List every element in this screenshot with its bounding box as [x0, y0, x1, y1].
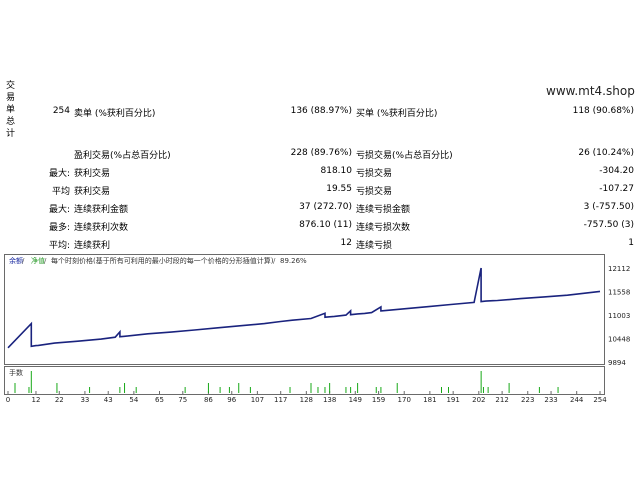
y-tick-label: 9894: [608, 359, 626, 367]
row-label-most: 最多:: [48, 223, 70, 233]
largest-loss-label: 亏损交易: [356, 169, 393, 179]
profit-trades-label: 盈利交易(%占总百分比): [74, 151, 171, 161]
x-tick-label: 75: [178, 396, 187, 404]
x-tick-label: 33: [80, 396, 89, 404]
profit-trades-value: 228 (89.76%): [290, 148, 352, 158]
x-tick-label: 233: [544, 396, 557, 404]
row-label-max2: 最大:: [48, 205, 70, 215]
y-tick-label: 11003: [608, 312, 630, 320]
x-tick-label: 86: [204, 396, 213, 404]
x-tick-label: 107: [251, 396, 264, 404]
avg-loss-value: -107.27: [599, 184, 634, 194]
legend-quality: 89.26%: [280, 257, 307, 265]
x-tick-label: 223: [521, 396, 534, 404]
side-title-char: 易: [6, 93, 16, 103]
max-consec-wins-label: 连续获利金额: [74, 205, 129, 215]
x-tick-label: 149: [349, 396, 362, 404]
avg-consec-losses-value: 1: [628, 238, 634, 248]
chart-plot-frame: [4, 254, 605, 365]
x-tick-label: 254: [593, 396, 607, 404]
max-consec-profit-label: 连续获利次数: [74, 223, 129, 233]
x-tick-label: 96: [227, 396, 236, 404]
largest-loss-value: -304.20: [599, 166, 634, 176]
x-tick-label: 117: [274, 396, 287, 404]
total-trades: 254: [52, 106, 70, 116]
x-tick-label: 159: [372, 396, 385, 404]
loss-trades-label: 亏损交易(%占总百分比): [356, 151, 453, 161]
side-title-char: 交: [6, 81, 16, 91]
avg-loss-label: 亏损交易: [356, 187, 393, 197]
max-consec-loss-value: -757.50 (3): [583, 220, 634, 230]
buy-label: 买单 (%获利百分比): [356, 109, 438, 119]
sell-label: 卖单 (%获利百分比): [74, 109, 156, 119]
avg-profit-value: 19.55: [326, 184, 352, 194]
buy-value: 118 (90.68%): [572, 106, 634, 116]
y-tick-label: 11558: [608, 288, 630, 296]
x-tick-label: 244: [570, 396, 584, 404]
x-tick-label: 202: [472, 396, 485, 404]
side-title-char: 计: [6, 129, 16, 139]
x-tick-label: 0: [6, 396, 10, 404]
legend-text: 每个时刻价格(基于所有可利用的最小时段的每一个价格的分形插值计算): [51, 256, 274, 265]
row-label-max: 最大:: [48, 169, 70, 179]
max-consec-loss-label: 连续亏损次数: [356, 223, 411, 233]
x-tick-label: 191: [446, 396, 459, 404]
x-tick-label: 43: [104, 396, 113, 404]
largest-profit-label: 获利交易: [74, 169, 111, 179]
x-tick-label: 54: [129, 396, 138, 404]
side-title: 交 易 单 总 计: [6, 80, 16, 140]
balance-chart: 余额 / 净值 / 每个时刻价格(基于所有可利用的最小时段的每一个价格的分形插值…: [4, 254, 630, 404]
max-consec-wins-value: 37 (272.70): [299, 202, 352, 212]
legend-balance: 余额: [9, 256, 23, 265]
volume-panel-frame: [4, 366, 605, 395]
max-consec-profit-value: 876.10 (11): [299, 220, 352, 230]
max-consec-losses-label: 连续亏损金额: [356, 205, 411, 215]
loss-trades-value: 26 (10.24%): [578, 148, 634, 158]
max-consec-losses-value: 3 (-757.50): [583, 202, 634, 212]
largest-profit-value: 818.10: [320, 166, 353, 176]
volume-label: 手数: [9, 368, 23, 377]
avg-profit-label: 获利交易: [74, 187, 111, 197]
sell-value: 136 (88.97%): [290, 106, 352, 116]
x-tick-label: 181: [423, 396, 436, 404]
row-label-avg: 平均: [51, 187, 70, 197]
x-tick-label: 138: [323, 396, 336, 404]
side-title-char: 总: [6, 117, 16, 127]
legend-equity: 净值: [31, 256, 45, 265]
x-tick-label: 128: [300, 396, 313, 404]
x-tick-label: 22: [55, 396, 64, 404]
avg-consec-wins-value: 12: [340, 238, 352, 248]
x-tick-label: 212: [495, 396, 508, 404]
x-tick-label: 170: [398, 396, 411, 404]
y-tick-label: 12112: [608, 265, 630, 273]
x-tick-label: 12: [32, 396, 41, 404]
x-tick-label: 65: [155, 396, 164, 404]
watermark: www.mt4.shop: [546, 84, 635, 98]
side-title-char: 单: [6, 105, 16, 115]
y-tick-label: 10448: [608, 336, 630, 344]
